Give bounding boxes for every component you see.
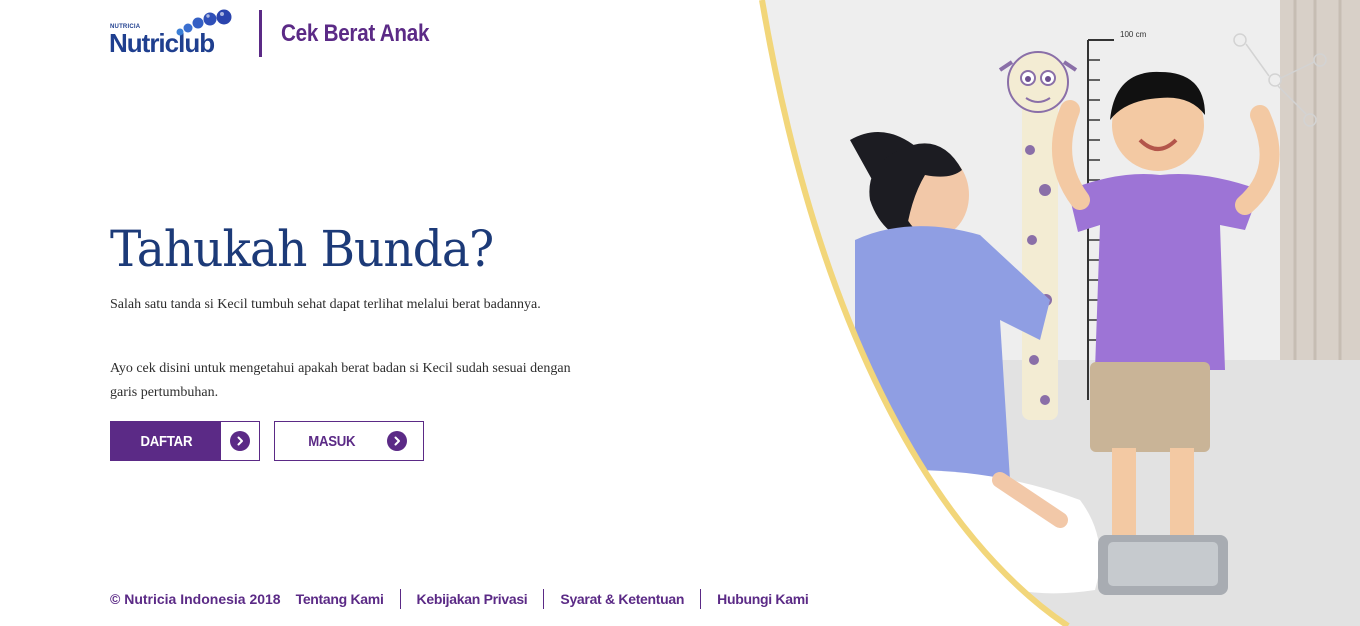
- register-button-arrow-area: [221, 422, 259, 460]
- footer-separator: [543, 589, 545, 609]
- hero-headline: Tahukah Bunda?: [110, 220, 494, 278]
- login-button[interactable]: MASUK: [274, 421, 424, 461]
- page-title: Cek Berat Anak: [281, 20, 430, 47]
- chevron-right-icon: [230, 431, 250, 451]
- height-marker-label: 100 cm: [1120, 30, 1147, 39]
- footer-link-terms[interactable]: Syarat & Ketentuan: [560, 591, 684, 607]
- hero-paragraph-2: Ayo cek disini untuk mengetahui apakah b…: [110, 361, 571, 400]
- weighing-scale: [1098, 535, 1228, 595]
- hero-paragraph-1: Salah satu tanda si Kecil tumbuh sehat d…: [110, 297, 541, 312]
- footer-separator: [399, 589, 401, 609]
- footer-copyright: © Nutricia Indonesia 2018: [110, 591, 281, 607]
- logo-bubbles-icon: [176, 9, 232, 36]
- chevron-right-icon: [386, 431, 407, 451]
- register-button[interactable]: DAFTAR: [110, 421, 260, 461]
- nutriclub-logo[interactable]: NUTRICIA Nutriclub: [109, 8, 242, 60]
- footer-link-privacy[interactable]: Kebijakan Privasi: [417, 591, 528, 607]
- register-button-fill: DAFTAR: [111, 422, 221, 460]
- register-button-label: DAFTAR: [140, 432, 192, 450]
- header-divider: [259, 10, 262, 57]
- login-button-label: MASUK: [308, 432, 356, 450]
- hero-photo: 100 cm: [759, 0, 1360, 626]
- footer-link-about[interactable]: Tentang Kami: [296, 591, 384, 607]
